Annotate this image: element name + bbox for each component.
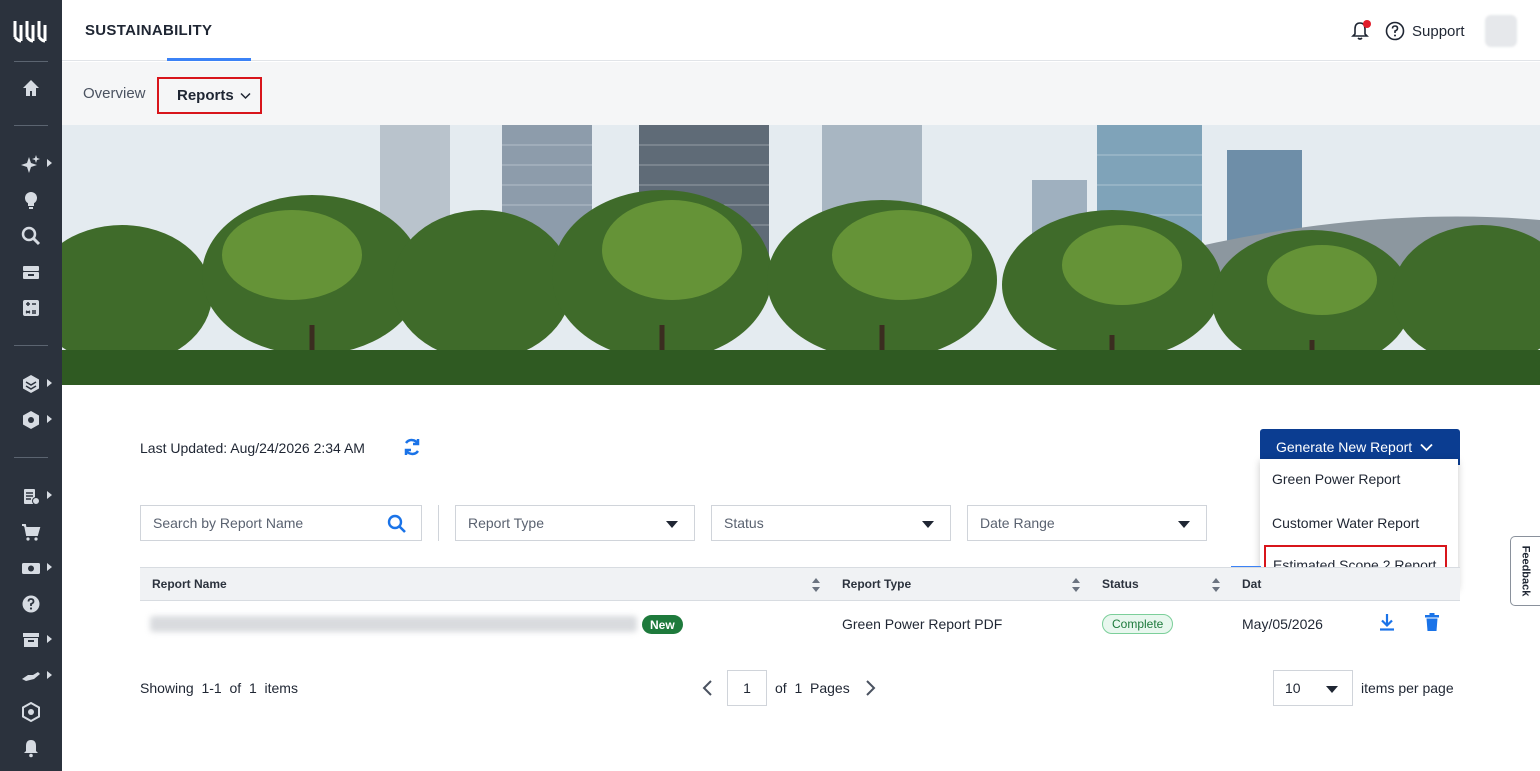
column-header-report-name[interactable]: Report Name [152, 577, 227, 591]
download-icon[interactable] [1377, 612, 1397, 632]
page-title: SUSTAINABILITY [85, 22, 213, 39]
calculator-icon[interactable] [0, 293, 62, 323]
tab-reports-label: Reports [177, 87, 234, 104]
help-icon[interactable] [0, 589, 62, 619]
report-name-redacted[interactable] [150, 616, 637, 632]
feedback-tab[interactable]: Feedback [1510, 536, 1540, 606]
last-updated-text: Last Updated: Aug/24/2026 2:34 AM [140, 440, 365, 456]
items-per-page-value: 10 [1285, 680, 1301, 696]
items-per-page-label: items per page [1361, 680, 1454, 696]
search-input[interactable] [153, 515, 373, 531]
status-select[interactable]: Status [711, 505, 951, 541]
layers-icon[interactable] [0, 369, 62, 399]
column-header-date[interactable]: Dat [1242, 577, 1261, 591]
new-badge: New [642, 615, 683, 634]
sparkle-icon[interactable] [0, 149, 62, 179]
report-type-cell: Green Power Report PDF [842, 616, 1003, 632]
active-tab-indicator [167, 58, 251, 61]
filter-divider [438, 505, 439, 541]
page-number-input[interactable]: 1 [727, 670, 767, 706]
question-circle-icon[interactable] [1385, 21, 1405, 41]
chevron-down-icon [1420, 443, 1433, 451]
bell-icon[interactable] [0, 733, 62, 763]
total-pages-text: of 1 Pages [775, 680, 850, 696]
sort-icon[interactable] [1212, 578, 1220, 592]
lightbulb-icon[interactable] [0, 185, 62, 215]
home-icon[interactable] [0, 73, 62, 103]
tab-reports[interactable]: Reports [157, 77, 262, 114]
search-icon[interactable] [0, 221, 62, 251]
showing-items-text: Showing 1-1 of 1 items [140, 680, 298, 696]
inventory-icon[interactable] [0, 257, 62, 287]
table-row: New Green Power Report PDF Complete May/… [140, 601, 1460, 647]
notification-dot [1363, 20, 1371, 28]
rail-divider [14, 125, 48, 126]
rail-divider [14, 457, 48, 458]
menu-item-customer-water-report[interactable]: Customer Water Report [1260, 503, 1458, 543]
left-nav-rail [0, 0, 62, 771]
sub-navigation: Overview Reports [62, 62, 1540, 125]
dropdown-arrow-icon [1326, 686, 1338, 693]
feedback-label: Feedback [1519, 545, 1532, 597]
dropdown-arrow-icon [1178, 521, 1190, 528]
top-header: SUSTAINABILITY Support [62, 0, 1540, 61]
items-per-page-select[interactable]: 10 [1273, 670, 1353, 706]
support-link[interactable]: Support [1412, 23, 1465, 40]
report-type-select[interactable]: Report Type [455, 505, 695, 541]
hexagon-settings-icon[interactable] [0, 405, 62, 435]
search-icon[interactable] [387, 514, 407, 534]
column-header-status[interactable]: Status [1102, 577, 1139, 591]
archive-icon[interactable] [0, 625, 62, 655]
date-range-label: Date Range [980, 515, 1055, 531]
hero-banner-image [62, 125, 1540, 385]
status-label: Status [724, 515, 764, 531]
dropdown-arrow-icon [666, 521, 678, 528]
status-badge: Complete [1102, 614, 1174, 634]
refresh-icon[interactable] [402, 437, 422, 457]
network-icon[interactable] [0, 697, 62, 727]
dropdown-arrow-icon [922, 521, 934, 528]
generate-new-report-label: Generate New Report [1276, 439, 1413, 455]
sort-icon[interactable] [812, 578, 820, 592]
chevron-left-icon[interactable] [700, 679, 714, 697]
rail-divider [14, 345, 48, 346]
search-box [140, 505, 422, 541]
sort-icon[interactable] [1072, 578, 1080, 592]
avatar[interactable] [1485, 15, 1517, 47]
billing-icon[interactable] [0, 553, 62, 583]
notification-bell-icon[interactable] [1350, 20, 1371, 41]
handshake-icon[interactable] [0, 661, 62, 691]
orders-icon[interactable] [0, 481, 62, 511]
table-header: Report Name Report Type Status Dat [140, 567, 1460, 601]
cart-icon[interactable] [0, 517, 62, 547]
date-cell: May/05/2026 [1242, 616, 1323, 632]
date-range-select[interactable]: Date Range [967, 505, 1207, 541]
report-type-label: Report Type [468, 515, 545, 531]
tab-overview[interactable]: Overview [83, 85, 146, 102]
chevron-down-icon [240, 92, 251, 99]
menu-item-green-power-report[interactable]: Green Power Report [1260, 459, 1458, 499]
column-header-report-type[interactable]: Report Type [842, 577, 911, 591]
chevron-right-icon[interactable] [864, 679, 878, 697]
rail-divider [14, 61, 48, 62]
equinix-logo[interactable] [13, 19, 49, 43]
trash-icon[interactable] [1422, 612, 1442, 632]
